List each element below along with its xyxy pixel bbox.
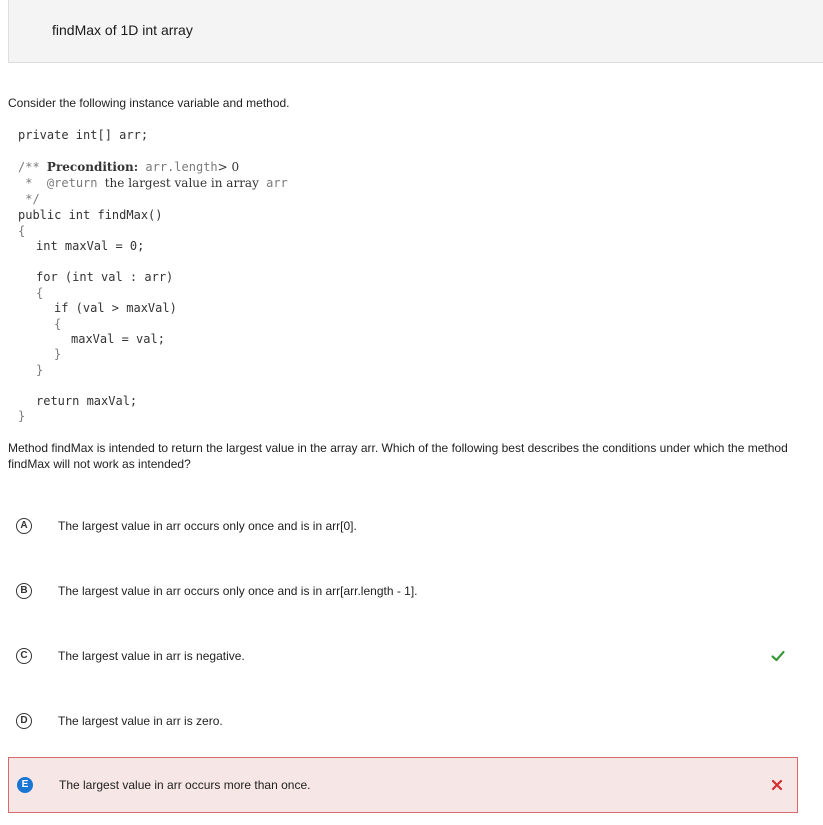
question-text: Method findMax is intended to return the… [8, 441, 788, 471]
choice-d[interactable]: D The largest value in arr is zero. [8, 693, 798, 749]
incorrect-x-icon [771, 779, 783, 791]
choice-text: The largest value in arr occurs only onc… [58, 584, 418, 598]
choice-letter: D [16, 713, 32, 729]
code-if-close: } [54, 347, 62, 361]
doc-precondition-rest: > 0 [217, 160, 240, 174]
code-instance-variable: private int[] arr; [18, 128, 149, 142]
code-brace-open: { [18, 224, 26, 238]
choice-c[interactable]: C The largest value in arr is negative. [8, 628, 798, 684]
doc-return-tag: @return [46, 176, 98, 190]
code-maxval-init: int maxVal = 0; [36, 239, 145, 253]
doc-star: * [25, 176, 33, 190]
doc-close: */ [25, 192, 40, 206]
code-return: return maxVal; [36, 394, 138, 408]
code-doc-line-1: /** Precondition: arr.length> 0 [18, 160, 239, 174]
choice-text: The largest value in arr occurs only onc… [58, 519, 357, 533]
choice-text: The largest value in arr occurs more tha… [59, 778, 311, 792]
choice-text: The largest value in arr is zero. [58, 714, 223, 728]
code-if: if (val > maxVal) [54, 301, 177, 315]
question-intro: Consider the following instance variable… [8, 96, 290, 110]
doc-open: /** [18, 160, 40, 174]
code-for-close: } [36, 363, 44, 377]
code-brace-close: } [18, 409, 26, 423]
code-signature: public int findMax() [18, 208, 163, 222]
doc-precondition-label: Precondition: [46, 160, 139, 174]
code-assign: maxVal = val; [71, 332, 165, 346]
choice-letter: B [16, 583, 32, 599]
correct-check-icon [771, 650, 785, 662]
choice-a[interactable]: A The largest value in arr occurs only o… [8, 498, 798, 554]
question-title: findMax of 1D int array [52, 22, 193, 38]
code-doc-close: */ [18, 192, 40, 206]
code-for-loop: for (int val : arr) [36, 270, 174, 284]
doc-precondition-expr: arr.length [145, 160, 218, 174]
choice-text: The largest value in arr is negative. [58, 649, 245, 663]
choice-letter: A [16, 518, 32, 534]
doc-return-text: the largest value in array [104, 176, 259, 190]
code-doc-line-2: * @return the largest value in array arr [18, 176, 288, 190]
choice-letter: C [16, 648, 32, 664]
code-for-open: { [36, 286, 44, 300]
question-header: findMax of 1D int array [8, 0, 823, 63]
doc-return-var: arr [266, 176, 288, 190]
code-if-open: { [54, 317, 62, 331]
choice-b[interactable]: B The largest value in arr occurs only o… [8, 563, 798, 619]
choice-letter: E [17, 777, 33, 793]
choice-e[interactable]: E The largest value in arr occurs more t… [8, 757, 798, 813]
